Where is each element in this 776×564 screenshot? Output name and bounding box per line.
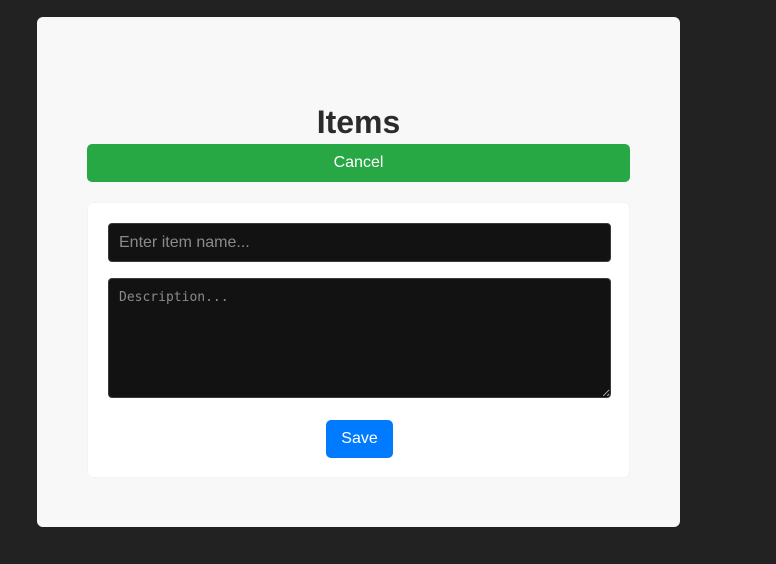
items-card: Items Cancel Save (37, 17, 680, 527)
description-textarea[interactable] (108, 278, 611, 398)
cancel-button[interactable]: Cancel (87, 144, 630, 182)
save-button[interactable]: Save (326, 420, 393, 458)
item-form: Save (87, 202, 630, 478)
item-name-input[interactable] (108, 223, 611, 262)
page-title: Items (316, 104, 401, 140)
